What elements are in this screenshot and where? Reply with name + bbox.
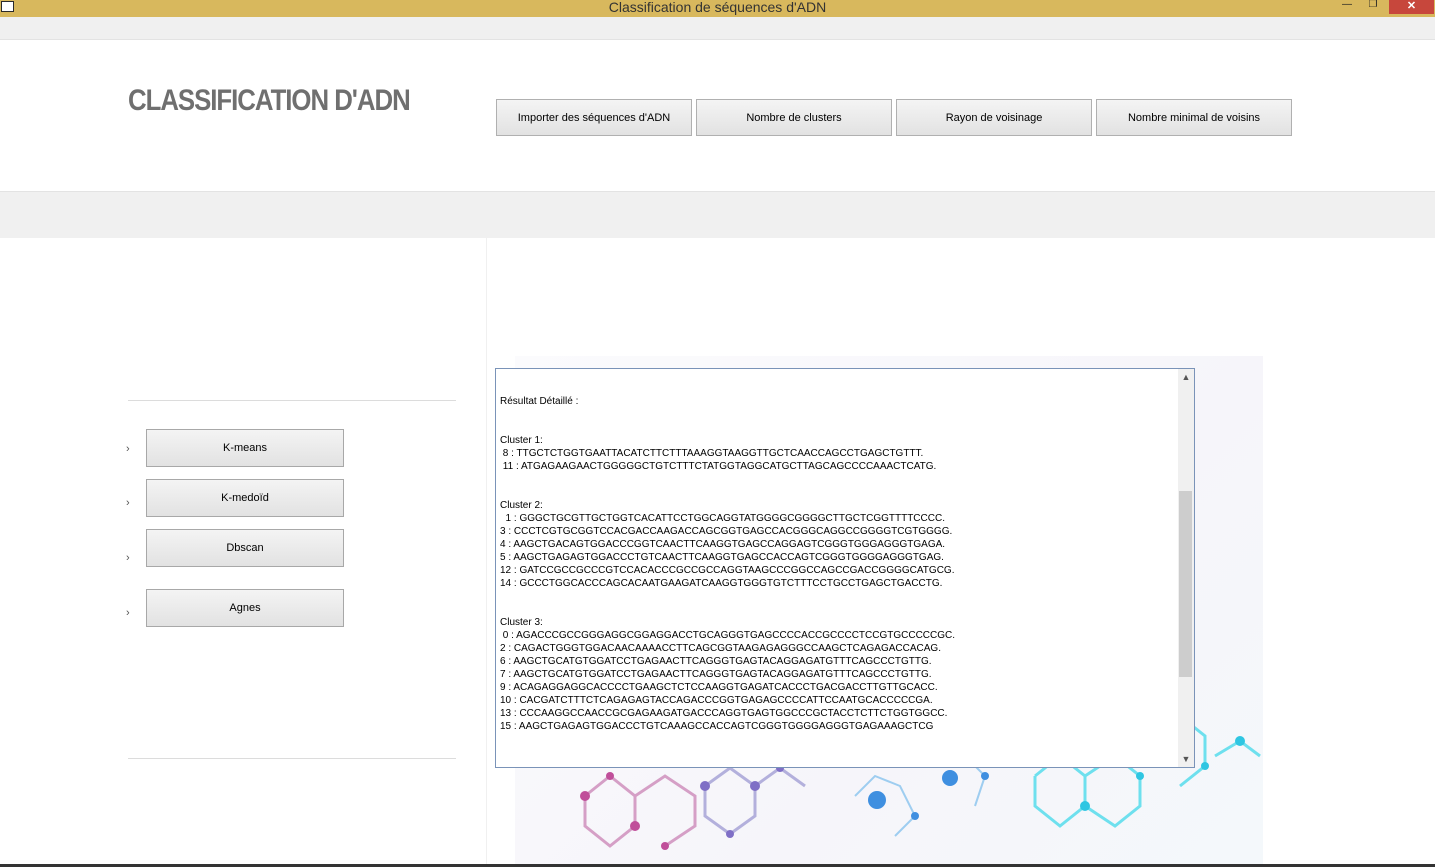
title-bar: Classification de séquences d'ADN — ❐ ✕ xyxy=(0,0,1435,17)
result-textarea[interactable]: Résultat Détaillé : Cluster 1: 8 : TTGCTC… xyxy=(495,368,1195,768)
top-strip xyxy=(0,17,1435,40)
result-line xyxy=(500,590,1180,603)
result-line: 3 : CCCTCGTGCGGTCCACGACCAAGACCAGCGGTGAGC… xyxy=(500,526,953,537)
result-line: Cluster 2: xyxy=(500,500,543,511)
min-neighbors-button[interactable]: Nombre minimal de voisins xyxy=(1096,99,1292,136)
result-line xyxy=(500,473,1180,486)
sidebar-divider-bottom xyxy=(128,758,456,759)
result-line: 15 : AAGCTGAGAGTGGACCCTGTCAAAGCCACCAGTCG… xyxy=(500,721,934,732)
result-line: 6 : AAGCTGCATGTGGATCCTGAGAACTTCAGGGTGAGT… xyxy=(500,656,932,667)
result-line: 2 : CAGACTGGGTGGACAACAAAACCTTCAGCGGTAAGA… xyxy=(500,643,941,654)
sidebar-divider-top xyxy=(128,400,456,401)
import-sequences-button[interactable]: Importer des séquences d'ADN xyxy=(496,99,692,136)
chevron-right-icon: › xyxy=(126,607,130,619)
close-button[interactable]: ✕ xyxy=(1389,0,1434,14)
result-line xyxy=(500,421,1180,434)
result-line: 7 : AAGCTGCATGTGGATCCTGAGAACTTCAGGGTGAGT… xyxy=(500,669,932,680)
result-line xyxy=(500,603,1180,616)
minimize-button[interactable]: — xyxy=(1338,0,1356,12)
chevron-right-icon: › xyxy=(126,552,130,564)
result-line: 11 : ATGAGAAGAACTGGGGGCTGTCTTTCTATGGTAGG… xyxy=(500,461,937,472)
app-title: CLASSIFICATION D'ADN xyxy=(128,84,411,117)
maximize-button[interactable]: ❐ xyxy=(1365,0,1381,12)
chevron-right-icon: › xyxy=(126,443,130,455)
result-line: 14 : GCCCTGGCACCCAGCACAATGAAGATCAAGGTGGG… xyxy=(500,578,943,589)
result-line xyxy=(500,408,1180,421)
result-line xyxy=(500,486,1180,499)
result-line: 1 : GGGCTGCGTTGCTGGTCACATTCCTGGCAGGTATGG… xyxy=(500,513,945,524)
scroll-up-icon[interactable]: ▲ xyxy=(1178,369,1194,385)
kmedoid-button[interactable]: K-medoïd xyxy=(146,479,344,517)
dbscan-button[interactable]: Dbscan xyxy=(146,529,344,567)
scrollbar-thumb[interactable] xyxy=(1179,491,1192,677)
result-line: 9 : ACAGAGGAGGCACCCCTGAAGCTCTCCAAGGTGAGA… xyxy=(500,682,938,693)
window-title: Classification de séquences d'ADN xyxy=(608,0,827,15)
agnes-button[interactable]: Agnes xyxy=(146,589,344,627)
result-line: 13 : CCCAAGGCCAACCGCGAGAAGATGACCCAGGTGAG… xyxy=(500,708,948,719)
secondary-strip xyxy=(0,191,1435,238)
number-of-clusters-button[interactable]: Nombre de clusters xyxy=(696,99,892,136)
chevron-right-icon: › xyxy=(126,497,130,509)
result-line: Cluster 1: xyxy=(500,435,543,446)
result-line: Résultat Détaillé : xyxy=(500,396,579,407)
result-line: 10 : CACGATCTTTCTCAGAGAGTACCAGACCCGGTGAG… xyxy=(500,695,933,706)
scroll-down-icon[interactable]: ▼ xyxy=(1178,751,1194,767)
result-line: 8 : TTGCTCTGGTGAATTACATCTTCTTTAAAGGTAAGG… xyxy=(500,448,924,459)
result-line: 4 : AAGCTGACAGTGGACCCGGTCAACTTCAAGGTGAGC… xyxy=(500,539,946,550)
result-line: 12 : GATCCGCCGCCCGTCCACACCCGCCGCCAGGTAAG… xyxy=(500,565,955,576)
vertical-scrollbar[interactable]: ▲ ▼ xyxy=(1178,369,1194,767)
neighborhood-radius-button[interactable]: Rayon de voisinage xyxy=(896,99,1092,136)
result-line: 0 : AGACCCGCCGGGAGGCGGAGGACCTGCAGGGTGAGC… xyxy=(500,630,956,641)
result-text: Résultat Détaillé : Cluster 1: 8 : TTGCTC… xyxy=(500,395,1180,733)
kmeans-button[interactable]: K-means xyxy=(146,429,344,467)
result-line: 5 : AAGCTGAGAGTGGACCCTGTCAACTTCAAGGTGAGC… xyxy=(500,552,944,563)
result-line: Cluster 3: xyxy=(500,617,543,628)
panel-divider xyxy=(486,238,487,867)
